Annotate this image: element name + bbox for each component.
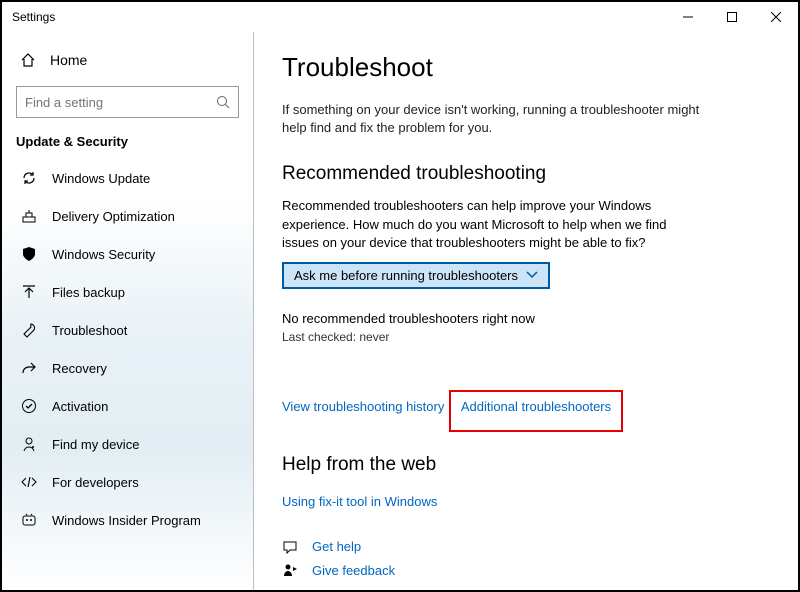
fixit-link[interactable]: Using fix-it tool in Windows	[282, 494, 437, 509]
sync-icon	[20, 169, 38, 187]
delivery-icon	[20, 207, 38, 225]
wrench-icon	[20, 321, 38, 339]
shield-icon	[20, 245, 38, 263]
sidebar: Home Update & Security Windows Update De…	[2, 32, 254, 590]
sidebar-item-windows-security[interactable]: Windows Security	[2, 235, 253, 273]
sidebar-item-insider[interactable]: Windows Insider Program	[2, 501, 253, 539]
additional-troubleshooters-link[interactable]: Additional troubleshooters	[461, 399, 611, 414]
title-bar: Settings	[2, 2, 798, 32]
help-heading: Help from the web	[282, 454, 770, 476]
maximize-button[interactable]	[710, 2, 754, 32]
window-title: Settings	[12, 10, 666, 24]
insider-icon	[20, 511, 38, 529]
sidebar-home-label: Home	[50, 52, 87, 68]
content-pane: Troubleshoot If something on your device…	[254, 32, 798, 590]
search-box[interactable]	[16, 86, 239, 118]
close-icon	[771, 12, 781, 22]
sidebar-item-label: Recovery	[52, 361, 107, 376]
history-link[interactable]: View troubleshooting history	[282, 399, 444, 414]
chat-icon	[282, 539, 300, 555]
no-recommended-text: No recommended troubleshooters right now	[282, 311, 770, 326]
search-input[interactable]	[25, 95, 216, 110]
close-button[interactable]	[754, 2, 798, 32]
search-icon	[216, 95, 230, 109]
home-icon	[20, 52, 36, 68]
sidebar-home[interactable]: Home	[2, 42, 253, 78]
sidebar-item-files-backup[interactable]: Files backup	[2, 273, 253, 311]
sidebar-item-label: Files backup	[52, 285, 125, 300]
sidebar-item-label: For developers	[52, 475, 139, 490]
feedback-icon	[282, 563, 300, 579]
backup-icon	[20, 283, 38, 301]
give-feedback-row[interactable]: Give feedback	[282, 563, 770, 579]
sidebar-item-troubleshoot[interactable]: Troubleshoot	[2, 311, 253, 349]
recommendation-dropdown[interactable]: Ask me before running troubleshooters	[282, 262, 550, 289]
code-icon	[20, 473, 38, 491]
sidebar-item-label: Find my device	[52, 437, 139, 452]
sidebar-item-label: Windows Insider Program	[52, 513, 201, 528]
check-circle-icon	[20, 397, 38, 415]
page-title: Troubleshoot	[282, 52, 770, 83]
sidebar-item-windows-update[interactable]: Windows Update	[2, 159, 253, 197]
get-help-row[interactable]: Get help	[282, 539, 770, 555]
get-help-link[interactable]: Get help	[312, 539, 361, 554]
sidebar-category: Update & Security	[2, 128, 253, 159]
sidebar-item-activation[interactable]: Activation	[2, 387, 253, 425]
sidebar-item-delivery-optimization[interactable]: Delivery Optimization	[2, 197, 253, 235]
additional-troubleshooters-highlight: Additional troubleshooters	[449, 390, 623, 432]
sidebar-nav: Windows Update Delivery Optimization Win…	[2, 159, 253, 539]
last-checked-text: Last checked: never	[282, 330, 770, 344]
sidebar-item-label: Windows Security	[52, 247, 155, 262]
give-feedback-link[interactable]: Give feedback	[312, 563, 395, 578]
chevron-down-icon	[526, 271, 538, 279]
location-icon	[20, 435, 38, 453]
sidebar-item-label: Delivery Optimization	[52, 209, 175, 224]
recommended-text: Recommended troubleshooters can help imp…	[282, 197, 702, 252]
sidebar-item-find-my-device[interactable]: Find my device	[2, 425, 253, 463]
intro-text: If something on your device isn't workin…	[282, 101, 702, 137]
recovery-icon	[20, 359, 38, 377]
maximize-icon	[727, 12, 737, 22]
minimize-icon	[683, 12, 693, 22]
sidebar-item-label: Troubleshoot	[52, 323, 127, 338]
sidebar-item-for-developers[interactable]: For developers	[2, 463, 253, 501]
sidebar-item-label: Activation	[52, 399, 108, 414]
sidebar-item-recovery[interactable]: Recovery	[2, 349, 253, 387]
recommended-heading: Recommended troubleshooting	[282, 163, 770, 185]
sidebar-item-label: Windows Update	[52, 171, 150, 186]
minimize-button[interactable]	[666, 2, 710, 32]
dropdown-value: Ask me before running troubleshooters	[294, 268, 518, 283]
